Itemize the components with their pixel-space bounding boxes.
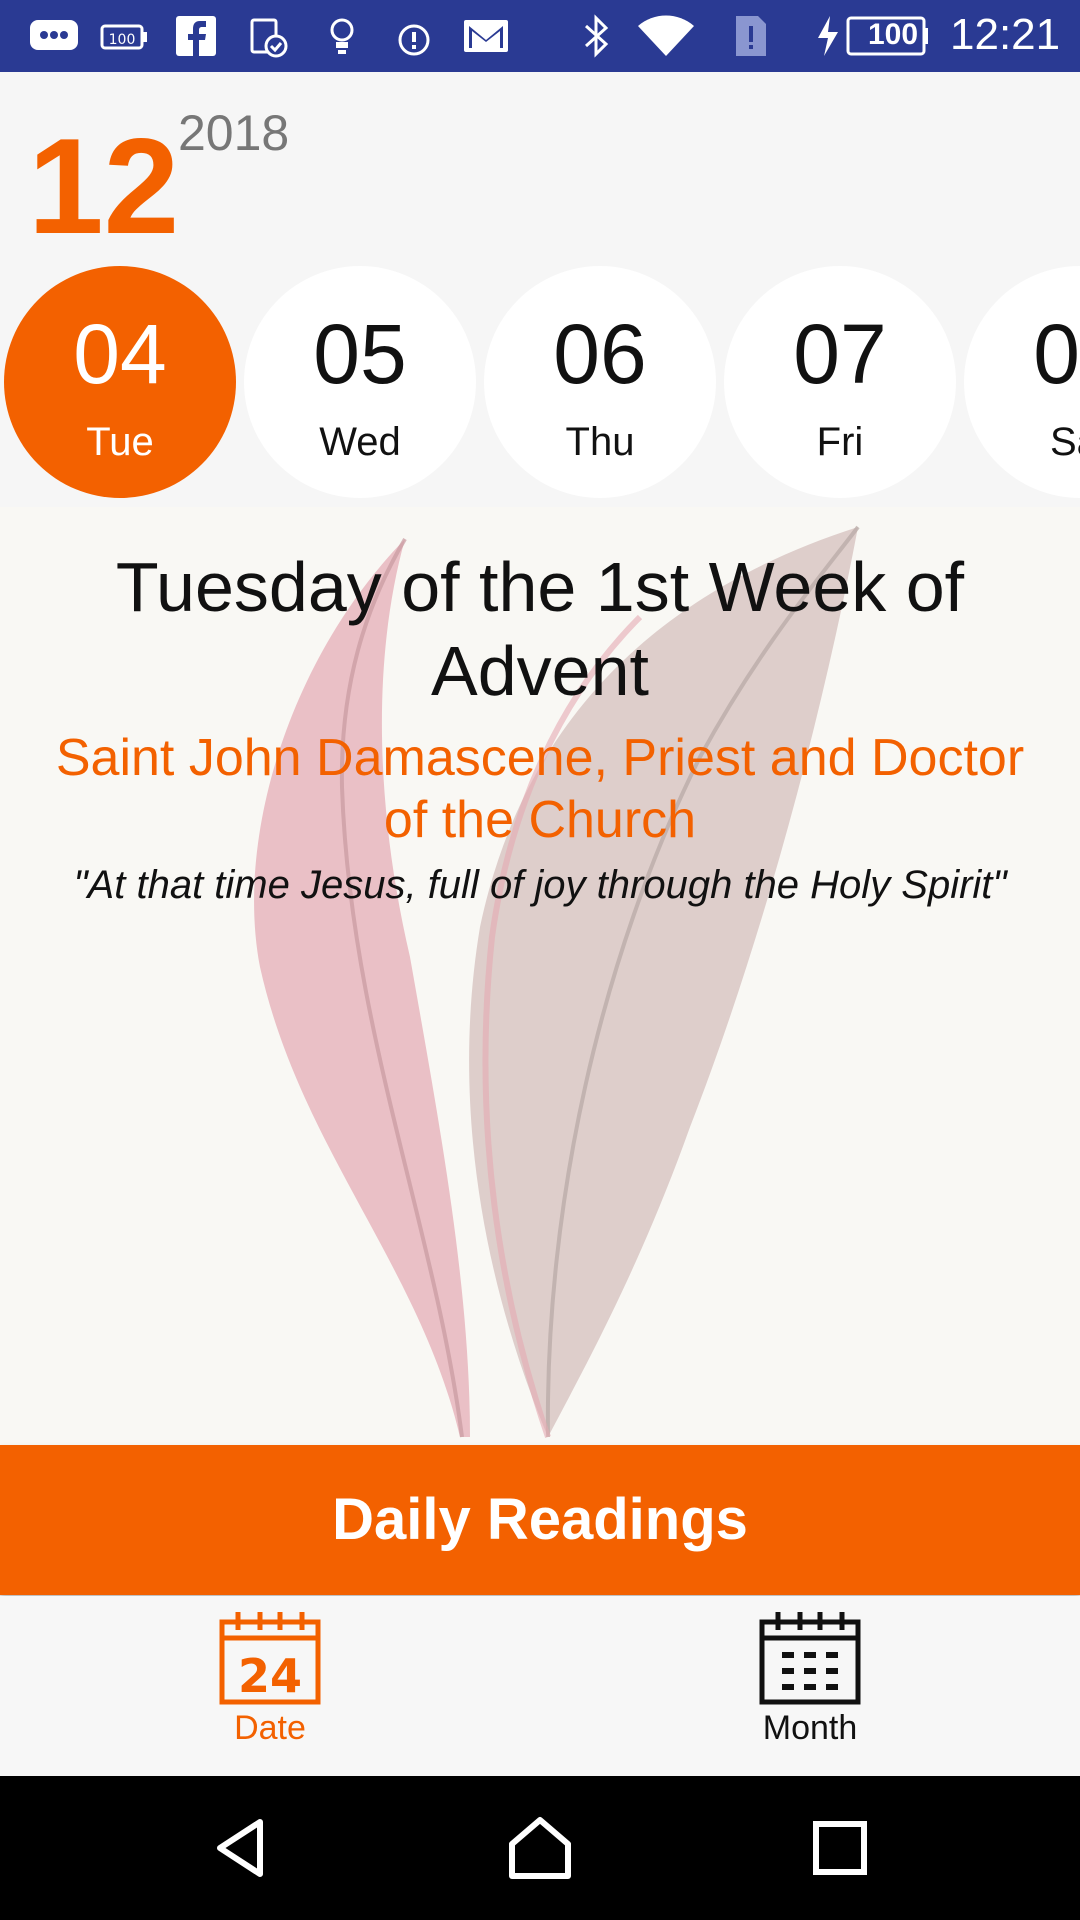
nav-month-tab[interactable]: Month [710,1608,910,1748]
month-number[interactable]: 12 [28,118,179,254]
facebook-icon [176,16,216,56]
day-name: Thu [565,420,635,464]
liturgy-content: Tuesday of the 1st Week of Advent Saint … [0,507,1080,1445]
calendar-date-icon: 24 [219,1612,321,1705]
back-icon[interactable] [210,1816,274,1880]
clipboard-icon [250,18,288,58]
year-label: 2018 [178,105,290,161]
day-item-3[interactable]: 07 Fri [724,266,956,498]
gospel-quote: "At that time Jesus, full of joy through… [73,863,1007,907]
saint-title: Saint John Damascene, Priest and Doctor … [55,729,1025,849]
day-number: 08 [1033,307,1080,401]
day-number: 06 [553,307,647,401]
liturgical-day-title: Tuesday of the 1st Week of Advent [115,548,965,710]
alert-icon [398,24,430,56]
notification-icon [736,16,766,56]
day-number: 05 [313,307,407,401]
home-icon[interactable] [506,1816,574,1880]
day-number: 04 [73,307,167,401]
status-clock: 12:21 [950,10,1061,59]
messages-icon [30,20,78,50]
day-strip[interactable]: 04 Tue 05 Wed 06 Thu 07 Fri 08 Sat [0,266,1080,504]
bottom-navigation: 24 Date Month [0,1596,1080,1776]
day-item-1[interactable]: 05 Wed [244,266,476,498]
nav-date-label: Date [234,1709,306,1747]
bluetooth-icon [584,14,609,58]
svg-text:100: 100 [109,32,136,48]
day-name: Sat [1049,420,1080,464]
day-name: Tue [86,420,154,464]
calendar-month-icon [759,1612,861,1705]
battery-saver-icon: 100 [100,24,147,50]
system-navigation-bar [0,1776,1080,1920]
day-name: Wed [319,420,401,464]
gmail-icon [464,20,508,52]
nav-month-label: Month [762,1709,858,1747]
day-item-2[interactable]: 06 Thu [484,266,716,498]
day-item-0[interactable]: 04 Tue [4,266,236,498]
wifi-icon [638,15,694,56]
recents-icon[interactable] [808,1816,872,1880]
day-item-4[interactable]: 08 Sat [964,266,1080,498]
calendar-date-number: 24 [238,1649,302,1703]
status-bar: 100 100 12:21 [0,0,1080,72]
battery-level: 100 [868,18,919,51]
day-number: 07 [793,307,887,401]
bulb-icon [330,18,354,54]
nav-date-tab[interactable]: 24 Date [170,1608,370,1748]
daily-readings-button[interactable]: Daily Readings [0,1445,1080,1595]
day-name: Fri [816,420,864,464]
charging-icon [818,16,838,56]
